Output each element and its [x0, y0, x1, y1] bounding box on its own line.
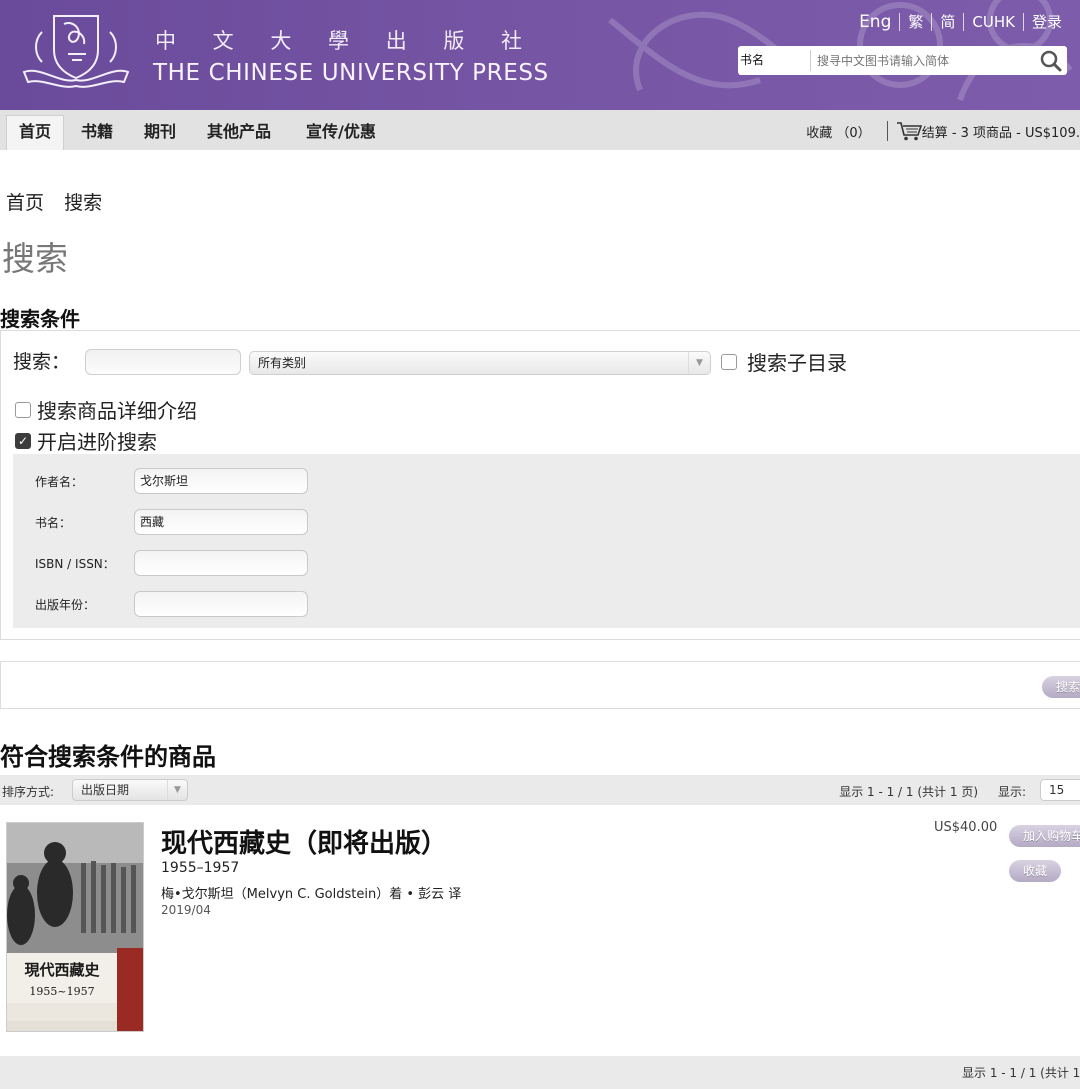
- breadcrumb-search[interactable]: 搜索: [64, 192, 102, 214]
- product-subtitle: 1955–1957: [161, 860, 240, 876]
- add-to-cart-button[interactable]: 加入购物车: [1009, 825, 1080, 847]
- title-label: 书名：: [35, 515, 72, 530]
- nav-home[interactable]: 首页: [6, 115, 65, 150]
- isbn-field[interactable]: [134, 550, 308, 576]
- search-button[interactable]: [1035, 46, 1067, 75]
- criteria-heading: 搜索条件: [0, 307, 80, 331]
- press-name-english: THE CHINESE UNIVERSITY PRESS: [153, 60, 549, 86]
- detail-checkbox[interactable]: [15, 401, 31, 418]
- cart-icon[interactable]: [896, 121, 922, 141]
- title-field[interactable]: 西藏: [134, 509, 308, 535]
- breadcrumb-home[interactable]: 首页: [6, 192, 44, 214]
- sort-select[interactable]: 出版日期 ▼: [72, 779, 188, 801]
- pagination-info: 显示 1 - 1 / 1 (共计 1 页): [839, 785, 978, 799]
- product-item: 現代西藏史 1955~1957 现代西藏史（即将出版） 1955–1957 梅•…: [0, 815, 1080, 1045]
- press-name-chinese: 中 文 大 學 出 版 社: [155, 29, 538, 53]
- top-links: Eng 繁 简 CUHK 登录: [851, 11, 1070, 32]
- author-field[interactable]: 戈尔斯坦: [134, 468, 308, 494]
- keyword-input[interactable]: [85, 349, 241, 375]
- product-price: US$40.00: [934, 820, 998, 835]
- detail-option: 搜索商品详细介绍: [15, 395, 197, 424]
- advanced-search-panel: 作者名： 戈尔斯坦 书名： 西藏 ISBN / ISSN： 出版年份：: [13, 454, 1080, 628]
- checkout-link[interactable]: 结算 - 3 项商品 - US$109.: [922, 122, 1080, 141]
- add-favorite-button[interactable]: 收藏: [1009, 860, 1062, 882]
- nav-books[interactable]: 书籍: [81, 116, 113, 148]
- subdir-checkbox[interactable]: [721, 353, 737, 370]
- lang-traditional-link[interactable]: 繁: [900, 11, 931, 32]
- search-button-bar: 搜索: [0, 661, 1080, 709]
- bottom-pagination-info: 显示 1 - 1 / 1 (共计 1: [962, 1066, 1080, 1080]
- cuhk-link[interactable]: CUHK: [964, 13, 1023, 31]
- lang-english-link[interactable]: Eng: [851, 12, 899, 32]
- page-title: 搜索: [2, 239, 68, 278]
- divider: [886, 121, 888, 141]
- product-date: 2019/04: [161, 903, 211, 917]
- detail-label: 搜索商品详细介绍: [37, 399, 197, 423]
- book-cover-image[interactable]: 現代西藏史 1955~1957: [6, 822, 144, 1032]
- search-criteria-panel: 搜索： 所有类别 ▼ 搜索子目录 搜索商品详细介绍 ✓ 开启进阶搜索 作者名： …: [0, 330, 1080, 640]
- lang-simplified-link[interactable]: 简: [932, 11, 963, 32]
- show-label: 显示:: [997, 785, 1026, 799]
- book-cover-art: 現代西藏史 1955~1957: [7, 823, 143, 1031]
- breadcrumb: 首页 搜索: [6, 188, 116, 215]
- chevron-down-icon: ▼: [167, 780, 187, 800]
- nav-promotions[interactable]: 宣传/优惠: [306, 116, 376, 148]
- login-link[interactable]: 登录: [1024, 11, 1070, 32]
- advanced-label: 开启进阶搜索: [37, 430, 157, 454]
- advanced-option: ✓ 开启进阶搜索: [15, 426, 157, 455]
- nav-other-products[interactable]: 其他产品: [207, 116, 271, 148]
- results-toolbar: 排序方式: 出版日期 ▼ 显示 1 - 1 / 1 (共计 1 页) 显示: 1…: [0, 775, 1080, 805]
- sort-selected: 出版日期: [81, 783, 130, 797]
- favorites-link[interactable]: 收藏 （0）: [806, 122, 870, 141]
- cover-title: 現代西藏史: [24, 961, 100, 979]
- search-icon: [1040, 50, 1062, 71]
- main-nav: 首页 书籍 期刊 其他产品 宣传/优惠 收藏 （0） 结算 - 3 项商品 - …: [0, 110, 1080, 150]
- category-selected: 所有类别: [258, 356, 307, 370]
- sort-label: 排序方式:: [2, 785, 55, 799]
- category-select[interactable]: 所有类别 ▼: [249, 351, 711, 375]
- cover-years: 1955~1957: [29, 985, 94, 998]
- chevron-down-icon: ▼: [688, 352, 710, 374]
- results-heading: 符合搜索条件的商品: [0, 743, 216, 771]
- site-header: 中 文 大 學 出 版 社 THE CHINESE UNIVERSITY PRE…: [0, 0, 1080, 110]
- subdir-option: 搜索子目录: [721, 347, 847, 376]
- header-search: 书名: [738, 46, 1067, 75]
- product-title[interactable]: 现代西藏史（即将出版）: [161, 823, 447, 860]
- keyword-label: 搜索：: [13, 351, 71, 373]
- year-field[interactable]: [134, 591, 308, 617]
- submit-search-button[interactable]: 搜索: [1042, 676, 1080, 698]
- page-size-select[interactable]: 15: [1040, 779, 1080, 801]
- search-input[interactable]: [811, 53, 1035, 68]
- isbn-label: ISBN / ISSN：: [35, 556, 115, 571]
- cuhk-logo[interactable]: [20, 10, 132, 90]
- search-scope-select[interactable]: 书名: [738, 50, 811, 71]
- year-label: 出版年份：: [35, 597, 96, 612]
- nav-journals[interactable]: 期刊: [144, 116, 176, 148]
- results-footer-bar: 显示 1 - 1 / 1 (共计 1: [0, 1056, 1080, 1089]
- author-label: 作者名：: [35, 474, 84, 489]
- advanced-checkbox[interactable]: ✓: [15, 432, 31, 449]
- product-authors: 梅•戈尔斯坦（Melvyn C. Goldstein）着 • 彭云 译: [161, 887, 462, 902]
- nav-account-area: 收藏 （0） 结算 - 3 项商品 - US$109.: [806, 120, 1080, 142]
- subdir-label: 搜索子目录: [747, 351, 847, 375]
